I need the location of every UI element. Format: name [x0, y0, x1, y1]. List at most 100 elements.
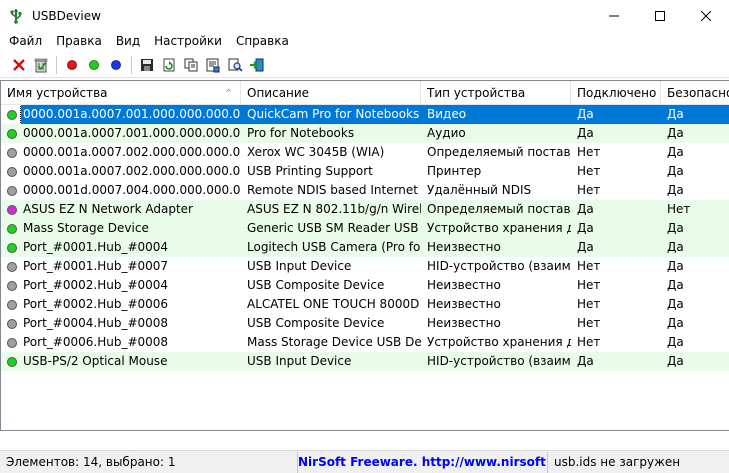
status-dot-icon: [7, 337, 17, 348]
status-dot-icon: [7, 356, 17, 367]
maximize-icon: [655, 10, 665, 21]
cell-connected: Нет: [577, 164, 601, 178]
table-row[interactable]: USB-PS/2 Optical Mouse USB Input Device HI…: [1, 352, 729, 371]
table-row[interactable]: 0000.001a.0007.001.000.000.000.000.000Qu…: [1, 105, 729, 124]
refresh-button[interactable]: [158, 54, 180, 76]
list-header: Имя устройства ^ Описание Тип устройства…: [1, 81, 729, 105]
uninstall-icon: [34, 58, 48, 72]
green-dot-icon: [89, 59, 99, 70]
minimize-button[interactable]: [591, 0, 637, 31]
cell-description: QuickCam Pro for Notebooks: [241, 105, 421, 124]
copy-button[interactable]: [180, 54, 202, 76]
cell-device-type: Устройство хранения д...: [427, 335, 571, 349]
menu-options[interactable]: Настройки: [147, 31, 229, 51]
cell-device-type: Аудио: [427, 126, 466, 140]
cell-description: USB Printing Support: [247, 164, 373, 178]
cell-description: USB Input Device: [247, 259, 352, 273]
close-button[interactable]: [683, 0, 729, 31]
cell-safe: Да: [667, 145, 684, 159]
cell-description: Logitech USB Camera (Pro for...: [247, 240, 421, 254]
table-row[interactable]: Port_#0002.Hub_#0006 ALCATEL ONE TOUCH 80…: [1, 295, 729, 314]
table-row[interactable]: Port_#0001.Hub_#0004 Logitech USB Camera …: [1, 238, 729, 257]
menu-edit[interactable]: Правка: [49, 31, 109, 51]
cell-connected: Нет: [577, 259, 601, 273]
column-header-description[interactable]: Описание: [241, 81, 421, 105]
cell-connected: Нет: [577, 145, 601, 159]
device-name-text: 0000.001a.0007.002.000.000.000.000.000: [23, 145, 241, 159]
uninstall-button[interactable]: [30, 54, 52, 76]
device-name-text: Port_#0004.Hub_#0008: [23, 316, 169, 330]
cell-device-name: 0000.001d.0007.004.000.000.000.000.000: [1, 181, 241, 200]
maximize-button[interactable]: [637, 0, 683, 31]
status-dot-icon: [7, 185, 17, 196]
table-row[interactable]: Port_#0004.Hub_#0008 USB Composite Device…: [1, 314, 729, 333]
nirsoft-link[interactable]: NirSoft Freeware. http://www.nirsoft.net: [298, 451, 548, 473]
cell-device-name: Port_#0002.Hub_#0004: [1, 276, 241, 295]
cell-connected: Нет: [577, 297, 601, 311]
cell-connected: Нет: [577, 316, 601, 330]
table-row[interactable]: 0000.001a.0007.001.000.000.000.000.000 Pr…: [1, 124, 729, 143]
cell-safe: Да: [667, 221, 684, 235]
search-icon: [228, 58, 243, 72]
exit-button[interactable]: [246, 54, 268, 76]
column-header-device-name[interactable]: Имя устройства ^: [1, 81, 241, 105]
enable-button[interactable]: [83, 54, 105, 76]
table-row[interactable]: 0000.001a.0007.002.000.000.000.000.000 Xe…: [1, 143, 729, 162]
table-row[interactable]: Port_#0006.Hub_#0008 Mass Storage Device …: [1, 333, 729, 352]
cell-device-name: Port_#0001.Hub_#0007: [1, 257, 241, 276]
cell-device-type: Определяемый постав...: [427, 202, 571, 216]
status-dot-icon: [7, 242, 17, 253]
table-row[interactable]: Port_#0002.Hub_#0004 USB Composite Device…: [1, 276, 729, 295]
table-row[interactable]: Mass Storage Device Generic USB SM Reader…: [1, 219, 729, 238]
cell-device-name: 0000.001a.0007.001.000.000.000.000.000: [1, 105, 241, 124]
save-button[interactable]: [136, 54, 158, 76]
device-name-text: Port_#0006.Hub_#0008: [23, 335, 169, 349]
properties-button[interactable]: [202, 54, 224, 76]
find-button[interactable]: [224, 54, 246, 76]
column-header-device-type[interactable]: Тип устройства: [421, 81, 571, 105]
cell-connected: Да: [577, 221, 594, 235]
table-row[interactable]: ASUS EZ N Network Adapter ASUS EZ N 802.1…: [1, 200, 729, 219]
cell-device-type: Неизвестно: [427, 278, 501, 292]
cell-safe: Да: [661, 105, 729, 124]
blue-dot-icon: [111, 59, 121, 70]
disconnect-button[interactable]: [61, 54, 83, 76]
status-dot-icon: [7, 280, 17, 291]
cell-description: USB Input Device: [247, 354, 352, 368]
status-dot-icon: [7, 166, 17, 177]
cell-device-type: Неизвестно: [427, 240, 501, 254]
disable-button[interactable]: [105, 54, 127, 76]
menu-bar: Файл Правка Вид Настройки Справка: [0, 31, 729, 51]
status-count: Элементов: 14, выбрано: 1: [0, 451, 298, 473]
cell-safe: Да: [667, 164, 684, 178]
status-dot-icon: [7, 128, 17, 139]
column-header-safe[interactable]: Безопасно: [661, 81, 729, 105]
cell-safe: Да: [667, 240, 684, 254]
column-header-connected[interactable]: Подключено: [571, 81, 661, 105]
cell-device-name: 0000.001a.0007.002.000.000.000.000.000: [1, 143, 241, 162]
table-row[interactable]: Port_#0001.Hub_#0007 USB Input Device HID-…: [1, 257, 729, 276]
cell-connected: Да: [577, 354, 594, 368]
device-name-text: 0000.001a.0007.002.000.000.000.000.000: [23, 164, 241, 178]
menu-view[interactable]: Вид: [109, 31, 147, 51]
menu-file[interactable]: Файл: [2, 31, 49, 51]
table-row[interactable]: 0000.001a.0007.002.000.000.000.000.000 US…: [1, 162, 729, 181]
table-row[interactable]: 0000.001d.0007.004.000.000.000.000.000 Re…: [1, 181, 729, 200]
menu-help[interactable]: Справка: [229, 31, 296, 51]
cell-device-type: Неизвестно: [427, 316, 501, 330]
close-icon: [701, 10, 711, 21]
device-list[interactable]: Имя устройства ^ Описание Тип устройства…: [0, 80, 729, 431]
refresh-icon: [163, 58, 175, 71]
device-name-text: Port_#0002.Hub_#0006: [23, 297, 169, 311]
toolbar-separator: [131, 55, 132, 74]
cell-connected: Да: [577, 126, 594, 140]
cell-device-type: Удалённый NDIS: [427, 183, 532, 197]
cell-description: Pro for Notebooks: [247, 126, 355, 140]
cell-device-type: Видео: [421, 105, 571, 124]
cell-connected: Да: [577, 202, 594, 216]
cell-device-type: HID-устройство (взаим...: [427, 259, 571, 273]
cell-description: ALCATEL ONE TOUCH 8000D: [247, 297, 420, 311]
cell-connected: Нет: [577, 278, 601, 292]
delete-button[interactable]: [8, 54, 30, 76]
device-name-text: Mass Storage Device: [23, 221, 149, 235]
